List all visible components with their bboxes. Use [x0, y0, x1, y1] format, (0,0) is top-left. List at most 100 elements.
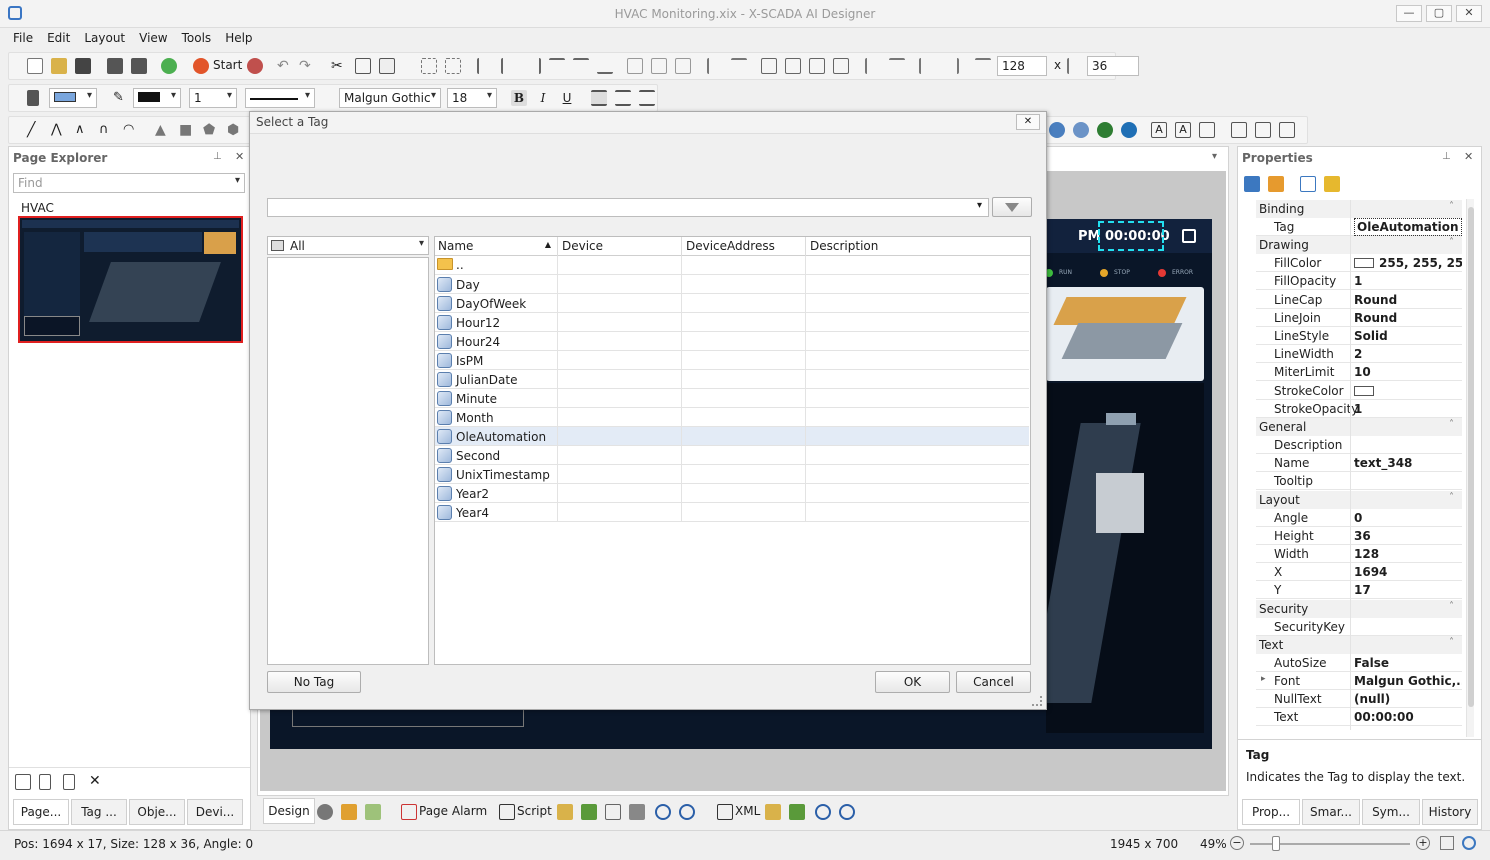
chart-tool-icon[interactable] — [1255, 122, 1271, 138]
arc-tool-icon[interactable]: ◠ — [123, 122, 139, 138]
device-cell[interactable] — [558, 313, 682, 332]
property-value[interactable]: Solid — [1354, 329, 1462, 343]
property-row-linejoin[interactable]: LineJoin Round — [1256, 309, 1462, 327]
close-button[interactable]: ✕ — [1456, 5, 1482, 22]
same-width-icon[interactable] — [627, 58, 643, 74]
name-cell[interactable]: Hour12 — [435, 313, 558, 332]
property-row-tag[interactable]: Tag OleAutomation — [1256, 218, 1462, 236]
properties-close-icon[interactable]: ✕ — [1464, 150, 1473, 163]
property-value[interactable]: 1694 — [1354, 565, 1462, 579]
menu-file[interactable]: File — [6, 28, 40, 48]
categorized-icon[interactable] — [1244, 176, 1260, 192]
italic-button[interactable]: I — [535, 90, 551, 106]
rectangle-tool-icon[interactable]: ■ — [179, 122, 195, 138]
zoom-in-icon[interactable]: + — [1416, 836, 1430, 850]
dialog-close-button[interactable]: ✕ — [1016, 114, 1040, 130]
name-cell[interactable]: Second — [435, 446, 558, 465]
property-section-security[interactable]: Security ˄ — [1256, 599, 1462, 618]
script-zoom-in-icon[interactable] — [655, 804, 671, 820]
events-icon[interactable] — [1324, 176, 1340, 192]
collapse-icon[interactable]: ˄ — [1449, 201, 1454, 212]
property-section-layout[interactable]: Layout ˄ — [1256, 490, 1462, 509]
underline-button[interactable]: U — [559, 90, 575, 106]
device-address-cell[interactable] — [682, 332, 806, 351]
name-cell[interactable]: Year4 — [435, 503, 558, 522]
tab-page-alarm[interactable]: Page Alarm — [419, 804, 487, 818]
device-cell[interactable] — [558, 389, 682, 408]
table-row[interactable]: Year2 — [435, 484, 1029, 503]
triangle-tool-icon[interactable]: ▲ — [155, 122, 171, 138]
xml-export-icon[interactable] — [789, 804, 805, 820]
property-row-description[interactable]: Description — [1256, 436, 1462, 454]
font-size-select[interactable]: 18 — [447, 88, 497, 108]
fill-bucket-icon[interactable] — [27, 90, 39, 106]
collapse-icon[interactable]: ˄ — [1449, 419, 1454, 430]
name-cell[interactable]: DayOfWeek — [435, 294, 558, 313]
table-tool-icon[interactable] — [1199, 122, 1215, 138]
tab-history[interactable]: History — [1422, 799, 1478, 825]
property-value[interactable]: (null) — [1354, 692, 1462, 706]
font-family-select[interactable]: Malgun Gothic — [339, 88, 441, 108]
property-section-text[interactable]: Text ˄ — [1256, 635, 1462, 654]
property-pages-icon[interactable] — [1300, 176, 1316, 192]
xml-open-icon[interactable] — [765, 804, 781, 820]
save-as-icon[interactable] — [131, 58, 147, 74]
zoom-out-icon[interactable]: − — [1230, 836, 1244, 850]
property-row-strokeopacity[interactable]: StrokeOpacity 1 — [1256, 400, 1462, 418]
collapse-icon[interactable]: ˄ — [1449, 237, 1454, 248]
paste-icon[interactable] — [379, 58, 395, 74]
menu-tools[interactable]: Tools — [175, 28, 219, 48]
xml-zoom-out-icon[interactable] — [839, 804, 855, 820]
table-row[interactable]: Second — [435, 446, 1029, 465]
device-address-cell[interactable] — [682, 351, 806, 370]
tab-smart[interactable]: Smar... — [1302, 799, 1360, 825]
name-cell[interactable]: UnixTimestamp — [435, 465, 558, 484]
tab-tag[interactable]: Tag ... — [71, 799, 127, 825]
cancel-button[interactable]: Cancel — [956, 671, 1031, 693]
distribute-v-icon[interactable] — [731, 58, 747, 74]
height-input[interactable]: 36 — [1087, 56, 1139, 76]
property-value[interactable]: 1 — [1354, 274, 1462, 288]
image-icon[interactable] — [15, 774, 31, 790]
table-row[interactable]: Month — [435, 408, 1029, 427]
device-address-cell[interactable] — [682, 275, 806, 294]
property-value[interactable]: 00:00:00 — [1354, 710, 1462, 724]
property-value[interactable]: Round — [1354, 311, 1462, 325]
device-cell[interactable] — [558, 484, 682, 503]
send-back-icon[interactable] — [785, 58, 801, 74]
expand-arrow-icon[interactable]: ▸ — [1261, 674, 1266, 684]
align-left-icon[interactable] — [477, 58, 493, 74]
bezier-tool-icon[interactable]: ∩ — [99, 122, 115, 138]
property-value[interactable]: 0 — [1354, 511, 1462, 525]
device-address-cell[interactable] — [682, 370, 806, 389]
cut-icon[interactable]: ✂ — [331, 58, 347, 74]
menu-help[interactable]: Help — [218, 28, 259, 48]
name-cell[interactable]: Minute — [435, 389, 558, 408]
device-address-cell[interactable] — [682, 389, 806, 408]
tab-design[interactable]: Design — [263, 798, 315, 824]
panel-close-icon[interactable]: ✕ — [235, 150, 244, 163]
collapse-icon[interactable]: ˄ — [1449, 637, 1454, 648]
device-cell[interactable] — [558, 256, 682, 275]
table-row[interactable]: DayOfWeek — [435, 294, 1029, 313]
start-label[interactable]: Start — [213, 58, 242, 72]
script-open-icon[interactable] — [557, 804, 573, 820]
filter-button[interactable] — [992, 197, 1032, 217]
maximize-button[interactable]: ▢ — [1426, 5, 1452, 22]
search-dropdown-icon[interactable]: ▾ — [977, 200, 982, 211]
property-value[interactable]: Malgun Gothic,... — [1354, 674, 1462, 688]
table-row[interactable]: JulianDate — [435, 370, 1029, 389]
globe-icon[interactable] — [1097, 122, 1113, 138]
zoom-slider[interactable] — [1250, 836, 1410, 851]
device-address-cell[interactable] — [682, 446, 806, 465]
property-row-tooltip[interactable]: Tooltip — [1256, 472, 1462, 491]
property-value[interactable]: 1 — [1354, 402, 1462, 416]
trend-tool-icon[interactable] — [1231, 122, 1247, 138]
property-row-miterlimit[interactable]: MiterLimit 10 — [1256, 363, 1462, 382]
column-description[interactable]: Description — [806, 237, 1030, 256]
open-folder-icon[interactable] — [51, 58, 67, 74]
check-icon[interactable] — [161, 58, 177, 74]
tab-properties[interactable]: Prop... — [1242, 799, 1300, 825]
name-cell[interactable]: JulianDate — [435, 370, 558, 389]
device-address-cell[interactable] — [682, 484, 806, 503]
